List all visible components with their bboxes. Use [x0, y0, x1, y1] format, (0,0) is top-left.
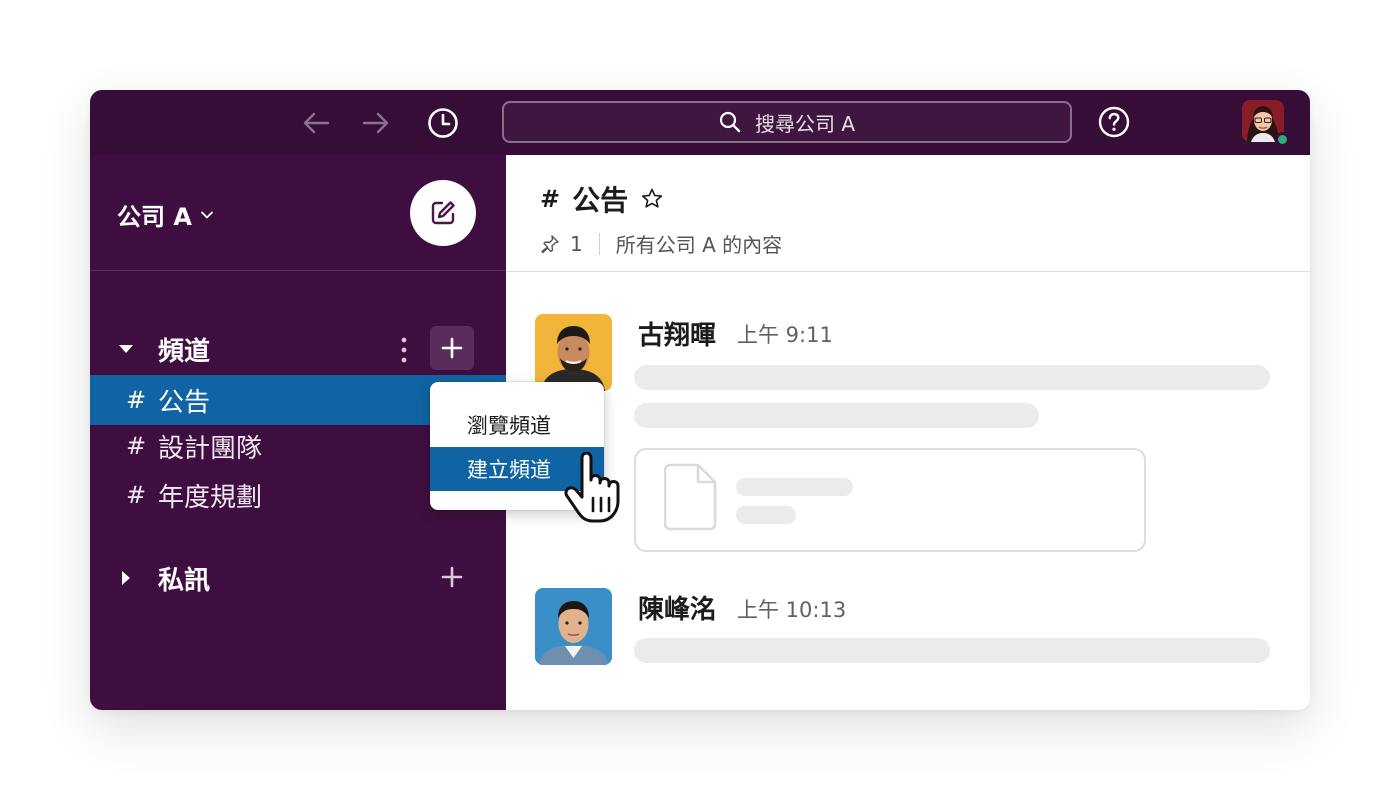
- channel-view: # 公告 1 所有公司 A 的內容 古翔暉 上午 9:11 陳峰洺 上午 10:…: [506, 155, 1310, 710]
- avatar[interactable]: [535, 588, 612, 665]
- message-timestamp[interactable]: 上午 9:11: [737, 319, 833, 349]
- pinned-count[interactable]: 1: [570, 232, 583, 256]
- pin-icon[interactable]: [540, 234, 560, 254]
- dms-label: 私訊: [158, 565, 211, 596]
- user-avatar[interactable]: [1242, 100, 1290, 147]
- channel-title-hash: #: [540, 185, 561, 213]
- channel-hash: #: [126, 481, 147, 509]
- divider: [598, 232, 600, 255]
- message-author[interactable]: 古翔暉: [638, 315, 716, 352]
- channels-section-header[interactable]: 頻道: [90, 326, 506, 372]
- avatar[interactable]: [535, 314, 612, 391]
- message-placeholder-line: [634, 365, 1270, 390]
- search-icon: [719, 111, 741, 133]
- channel-header: # 公告 1 所有公司 A 的內容: [506, 155, 1310, 272]
- message-placeholder-line: [634, 638, 1270, 663]
- plus-icon: [441, 566, 463, 588]
- channel-name: 設計團隊: [158, 433, 263, 464]
- file-attachment[interactable]: [634, 448, 1146, 552]
- file-icon: [664, 463, 717, 531]
- file-name-placeholder: [736, 478, 853, 496]
- plus-icon: [441, 337, 463, 359]
- star-icon[interactable]: [640, 187, 664, 211]
- caret-right-icon[interactable]: [120, 570, 132, 586]
- message-timestamp[interactable]: 上午 10:13: [737, 594, 846, 624]
- hand-pointer-cursor-icon: [564, 452, 620, 523]
- channel-title-name: 公告: [572, 184, 629, 217]
- channel-details: 1 所有公司 A 的內容: [540, 229, 782, 258]
- channel-title[interactable]: # 公告: [540, 179, 664, 219]
- dms-section-header[interactable]: 私訊: [90, 555, 506, 601]
- message-placeholder-line: [634, 403, 1039, 428]
- channel-hash: #: [126, 386, 147, 414]
- search-input[interactable]: 搜尋公司 A: [502, 101, 1072, 143]
- presence-dot: [1275, 132, 1290, 147]
- message-author[interactable]: 陳峰洺: [638, 589, 716, 626]
- browse-channels-menu-item[interactable]: 瀏覽頻道: [430, 403, 604, 447]
- channel-name: 公告: [158, 387, 211, 418]
- channel-hash: #: [126, 432, 147, 460]
- more-vertical-icon[interactable]: [395, 335, 413, 365]
- question-circle-icon[interactable]: [1097, 105, 1131, 139]
- channel-name: 年度規劃: [158, 482, 263, 513]
- add-channel-button[interactable]: [430, 326, 474, 370]
- file-meta-placeholder: [736, 506, 796, 524]
- add-dm-button[interactable]: [430, 555, 474, 599]
- search-placeholder: 搜尋公司 A: [754, 111, 856, 136]
- channels-label: 頻道: [158, 336, 211, 367]
- app-window: 搜尋公司 A 公司 A 頻道 # 公告 # 設計團隊 # 年度規劃 私訊 # 公…: [90, 90, 1310, 710]
- caret-down-icon[interactable]: [118, 343, 134, 355]
- channel-topic: 所有公司 A 的內容: [615, 233, 783, 257]
